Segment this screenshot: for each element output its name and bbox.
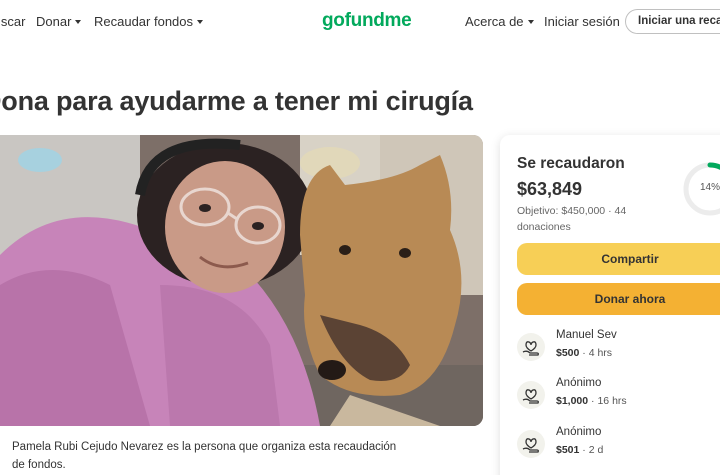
nav-donate[interactable]: Donar: [36, 14, 82, 29]
nav-signin-label: Iniciar sesión: [544, 14, 620, 29]
donor-item: Anónimo $1,000 · 16 hrs: [517, 377, 720, 417]
raised-label: Se recaudaron: [517, 155, 625, 172]
chevron-down-icon: [527, 19, 534, 24]
organizer-text: Pamela Rubi Cejudo Nevarez es la persona…: [12, 441, 397, 471]
donor-name: Manuel Sev: [556, 329, 617, 341]
heart-hand-icon: [517, 381, 545, 409]
donation-card: Se recaudaron $63,849 Objetivo: $450,000…: [500, 135, 720, 475]
campaign-photo-illustration: [0, 135, 483, 426]
goal-and-donations: Objetivo: $450,000 · 44 donaciones: [517, 205, 627, 233]
donor-time: 16 hrs: [597, 395, 627, 407]
donor-time: 2 d: [588, 444, 604, 456]
donor-time: 4 hrs: [588, 347, 613, 359]
donor-amount: $1,000: [556, 395, 589, 407]
heart-hand-icon: [517, 333, 545, 361]
nav-fundraise[interactable]: Recaudar fondos: [94, 14, 204, 29]
raised-amount: $63,849: [517, 179, 583, 199]
campaign-photo[interactable]: [0, 135, 483, 426]
progress-ring: 14%: [682, 161, 720, 217]
donor-amount: $501: [556, 444, 580, 456]
donor-name: Anónimo: [556, 377, 602, 389]
chevron-down-icon: [75, 19, 82, 24]
top-navigation: Buscar Donar Recaudar fondos gofundme Ac…: [0, 0, 720, 44]
donor-item: Manuel Sev $500 · 4 hrs: [517, 329, 720, 369]
nav-search[interactable]: Buscar: [0, 14, 25, 29]
share-button[interactable]: Compartir: [517, 243, 720, 275]
nav-about-label: Acerca de: [465, 14, 524, 29]
gofundme-logo[interactable]: gofundme: [322, 10, 412, 32]
donor-amount: $500: [556, 347, 580, 359]
start-fundraiser-button[interactable]: Iniciar una recaudación: [625, 9, 720, 34]
donate-now-button[interactable]: Donar ahora: [517, 283, 720, 315]
nav-donate-label: Donar: [36, 14, 72, 29]
nav-search-label: Buscar: [0, 14, 26, 29]
donor-meta: $501 · 2 d: [556, 444, 604, 456]
heart-hand-icon: [517, 430, 545, 458]
donor-meta: $1,000 · 16 hrs: [556, 395, 627, 407]
progress-percent: 14%: [699, 182, 720, 193]
nav-fundraise-label: Recaudar fondos: [94, 14, 194, 29]
chevron-down-icon: [197, 19, 204, 24]
nav-about[interactable]: Acerca de: [465, 14, 534, 29]
donor-meta: $500 · 4 hrs: [556, 347, 613, 359]
nav-signin[interactable]: Iniciar sesión: [544, 14, 620, 29]
campaign-title: Dona para ayudarme a tener mi cirugía: [0, 86, 473, 116]
donor-name: Anónimo: [556, 426, 602, 438]
donor-item: Anónimo $501 · 2 d: [517, 426, 720, 466]
